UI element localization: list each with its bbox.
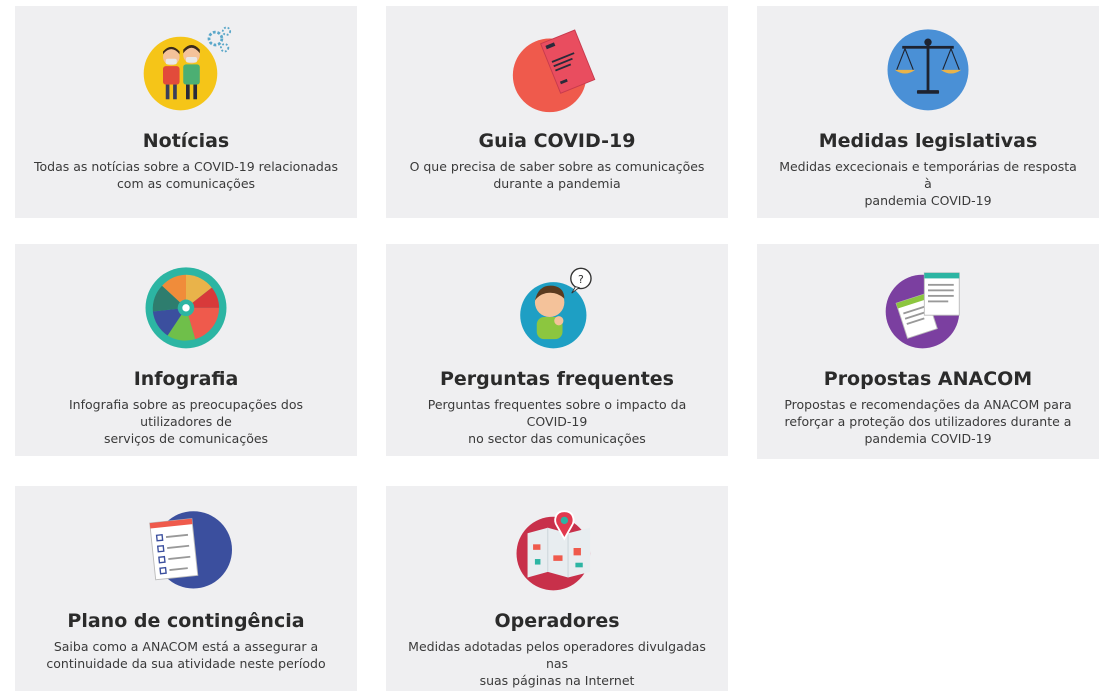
card-description: Infografia sobre as preocupações dos uti… (69, 397, 303, 446)
card-description: O que precisa de saber sobre as comunica… (409, 159, 705, 191)
card-plano-contingencia[interactable]: Plano de contingência Saiba como a ANACO… (15, 486, 357, 691)
card-title: Notícias (142, 130, 230, 152)
map-pin-icon (516, 510, 591, 591)
scales-icon (887, 29, 969, 111)
card-description: Todas as notícias sobre a COVID-19 relac… (33, 159, 339, 191)
card-noticias[interactable]: Notícias Todas as notícias sobre a COVID… (15, 6, 357, 218)
card-infografia[interactable]: Infografia Infografia sobre as preocupaç… (15, 244, 357, 456)
svg-text:?: ? (578, 273, 584, 286)
card-description: Perguntas frequentes sobre o impacto da … (427, 397, 687, 446)
card-description: Saiba como a ANACOM está a assegurar a co… (46, 639, 326, 671)
card-description: Medidas excecionais e temporárias de res… (779, 159, 1077, 208)
documents-icon (885, 272, 960, 349)
card-propostas-anacom[interactable]: Propostas ANACOM Propostas e recomendaçõ… (757, 244, 1099, 459)
people-masks-icon (143, 26, 232, 111)
infographic-wheel-icon (145, 267, 227, 349)
card-guia-covid[interactable]: Guia COVID-19 O que precisa de saber sob… (386, 6, 728, 218)
card-title: Perguntas frequentes (439, 368, 674, 390)
guide-booklet-icon (512, 29, 596, 113)
card-description: Propostas e recomendações da ANACOM para… (784, 397, 1072, 446)
card-medidas-legislativas[interactable]: Medidas legislativas Medidas excecionais… (757, 6, 1099, 218)
card-description: Medidas adotadas pelos operadores divulg… (408, 639, 706, 688)
card-title: Infografia (133, 368, 239, 390)
card-perguntas-frequentes[interactable]: ? Perguntas frequentes Perguntas frequen… (386, 244, 728, 456)
card-title: Guia COVID-19 (478, 130, 636, 152)
card-title: Medidas legislativas (818, 130, 1038, 152)
card-title: Plano de contingência (67, 610, 305, 632)
checklist-icon (149, 511, 232, 589)
card-title: Propostas ANACOM (823, 368, 1033, 390)
card-title: Operadores (494, 610, 620, 632)
card-operadores[interactable]: Operadores Medidas adotadas pelos operad… (386, 486, 728, 691)
thinking-person-icon: ? (520, 267, 592, 349)
